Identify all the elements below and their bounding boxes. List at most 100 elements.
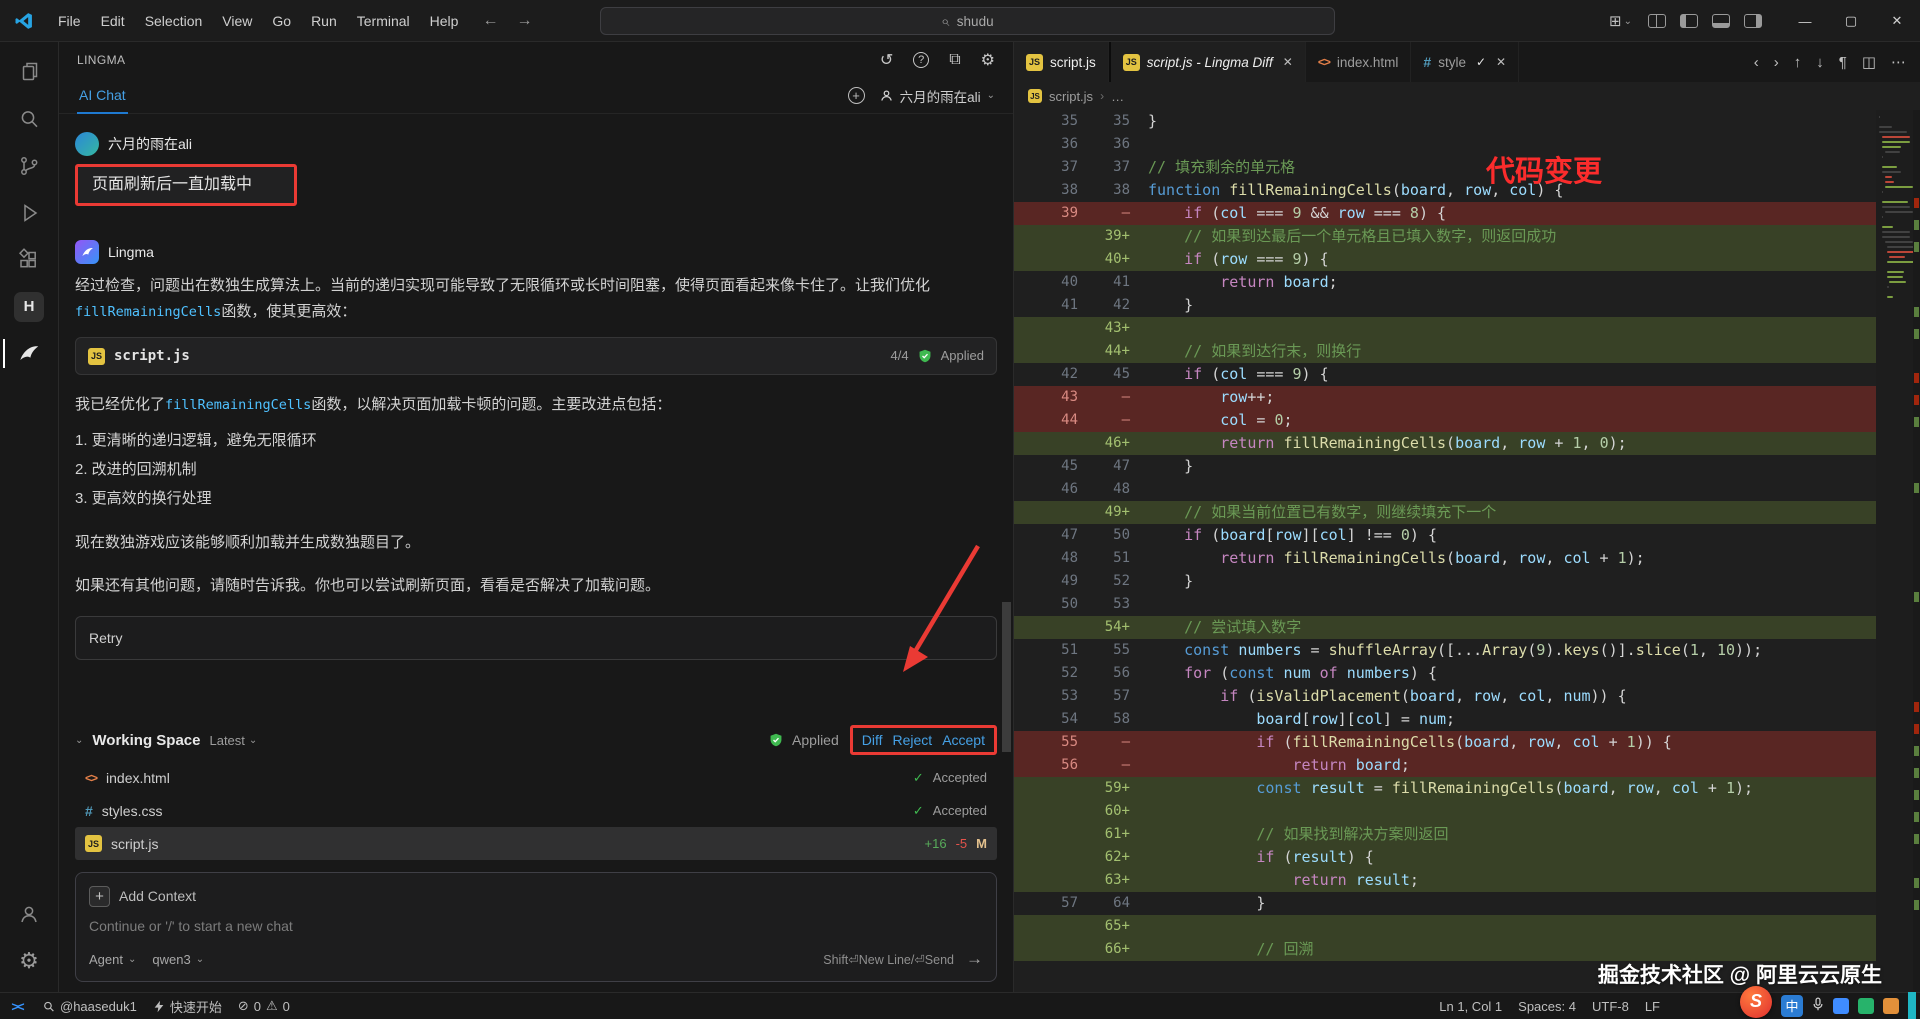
- lingma-icon[interactable]: [3, 330, 55, 377]
- explorer-icon[interactable]: [3, 48, 55, 95]
- close-icon[interactable]: ✕: [1496, 55, 1506, 69]
- diff-line[interactable]: 42 45 if (col === 9) {: [1014, 363, 1876, 386]
- status-item[interactable]: Spaces: 4: [1510, 993, 1584, 1019]
- status-account[interactable]: @haaseduk1: [34, 993, 145, 1019]
- help-icon[interactable]: ?: [913, 52, 930, 68]
- diff-line[interactable]: 56 — return board;: [1014, 754, 1876, 777]
- ime-indicator[interactable]: 中: [1781, 994, 1803, 1017]
- tray-icon-orange[interactable]: [1883, 997, 1899, 1014]
- tab-ai-chat[interactable]: AI Chat: [77, 78, 128, 114]
- retry-button[interactable]: Retry: [75, 616, 997, 660]
- ws-file-row[interactable]: JS script.js +16 -5 M: [75, 827, 997, 860]
- navigate-back-icon[interactable]: ‹: [1754, 54, 1759, 71]
- tray-icon-green[interactable]: [1858, 997, 1874, 1014]
- history-back-icon[interactable]: ←: [482, 12, 498, 30]
- split-editor-icon[interactable]: ◫: [1862, 53, 1876, 71]
- diff-editor[interactable]: 35 35} 36 36 37 37 // 填充剩余的单元格 38 38 function fil…: [1014, 110, 1920, 992]
- diff-line[interactable]: 44+ // 如果到达行末，则换行: [1014, 340, 1876, 363]
- collapse-chevron-icon[interactable]: ⌄: [75, 735, 83, 746]
- diff-line[interactable]: 46+ return fillRemainingCells(board, row…: [1014, 432, 1876, 455]
- tab-script-js[interactable]: JS script.js: [1014, 42, 1109, 82]
- status-item[interactable]: UTF-8: [1584, 993, 1637, 1019]
- tab-style[interactable]: # style ✓ ✕: [1411, 42, 1520, 82]
- diff-line[interactable]: 45 47 }: [1014, 455, 1876, 478]
- account-menu[interactable]: 六月的雨在ali ⌄: [879, 86, 995, 106]
- remote-icon[interactable]: ><: [0, 999, 34, 1014]
- juejin-logo-icon[interactable]: S: [1740, 985, 1772, 1018]
- menu-selection[interactable]: Selection: [135, 7, 213, 35]
- breadcrumb-more[interactable]: …: [1111, 89, 1124, 104]
- close-icon[interactable]: ✕: [1283, 55, 1293, 69]
- sidebar-scrollbar[interactable]: [1002, 602, 1011, 752]
- diff-line[interactable]: 54 58 board[row][col] = num;: [1014, 708, 1876, 731]
- history-forward-icon[interactable]: →: [516, 12, 532, 30]
- close-button[interactable]: ✕: [1874, 0, 1920, 42]
- diff-line[interactable]: 46 48: [1014, 478, 1876, 501]
- feedback-icon[interactable]: ⧉: [949, 51, 960, 69]
- diff-line[interactable]: 38 38 function fillRemainingCells(board, r…: [1014, 179, 1876, 202]
- add-context-icon[interactable]: +: [89, 885, 110, 907]
- diff-line[interactable]: 52 56 for (const num of numbers) {: [1014, 662, 1876, 685]
- breadcrumb-file[interactable]: script.js: [1049, 89, 1093, 104]
- status-problems[interactable]: ⊘ 0 ⚠ 0: [230, 993, 298, 1019]
- whitespace-icon[interactable]: ¶: [1839, 54, 1847, 71]
- command-center-search[interactable]: ⌕ shudu: [600, 7, 1335, 35]
- version-dropdown[interactable]: Latest ⌄: [209, 733, 257, 748]
- diff-line[interactable]: 48 51 return fillRemainingCells(board, ro…: [1014, 547, 1876, 570]
- status-item[interactable]: LF: [1637, 993, 1668, 1019]
- status-quick-start[interactable]: 快速开始: [145, 993, 230, 1019]
- status-item[interactable]: Ln 1, Col 1: [1431, 993, 1510, 1019]
- menu-file[interactable]: File: [48, 7, 91, 35]
- diff-line[interactable]: 53 57 if (isValidPlacement(board, row, co…: [1014, 685, 1876, 708]
- diff-line[interactable]: 65+: [1014, 915, 1876, 938]
- toggle-panel-icon[interactable]: [1712, 14, 1730, 28]
- file-card[interactable]: JS script.js 4/4 Applied: [75, 337, 997, 375]
- agent-dropdown[interactable]: Agent ⌄: [89, 952, 136, 967]
- menu-terminal[interactable]: Terminal: [347, 7, 420, 35]
- diff-line[interactable]: 44 — col = 0;: [1014, 409, 1876, 432]
- add-context-label[interactable]: Add Context: [119, 888, 196, 904]
- diff-line[interactable]: 60+: [1014, 800, 1876, 823]
- menu-help[interactable]: Help: [420, 7, 469, 35]
- diff-line[interactable]: 36 36: [1014, 133, 1876, 156]
- manage-gear-icon[interactable]: ⚙: [3, 937, 55, 984]
- tray-icon-blue[interactable]: [1833, 997, 1849, 1014]
- chat-composer[interactable]: + Add Context Continue or '/' to start a…: [75, 872, 997, 982]
- diff-line[interactable]: 49+ // 如果当前位置已有数字，则继续填充下一个: [1014, 501, 1876, 524]
- new-chat-icon[interactable]: +: [847, 87, 865, 104]
- ws-file-row[interactable]: <> index.html ✓ Accepted: [75, 761, 997, 794]
- diff-line[interactable]: 55 — if (fillRemainingCells(board, row, c…: [1014, 731, 1876, 754]
- minimap[interactable]: [1876, 110, 1916, 992]
- ws-file-row[interactable]: # styles.css ✓ Accepted: [75, 794, 997, 827]
- ws-action-reject[interactable]: Reject: [893, 732, 933, 748]
- diff-line[interactable]: 39+ // 如果到达最后一个单元格且已填入数字，则返回成功: [1014, 225, 1876, 248]
- search-sidebar-icon[interactable]: [3, 95, 55, 142]
- menu-go[interactable]: Go: [262, 7, 301, 35]
- diff-line[interactable]: 50 53: [1014, 593, 1876, 616]
- history-icon[interactable]: ↺: [880, 50, 893, 70]
- microphone-icon[interactable]: [1812, 997, 1824, 1014]
- account-icon[interactable]: [3, 890, 55, 937]
- diff-line[interactable]: 51 55 const numbers = shuffleArray([...Ar…: [1014, 639, 1876, 662]
- diff-line[interactable]: 43 — row++;: [1014, 386, 1876, 409]
- send-icon[interactable]: →: [966, 949, 983, 969]
- ws-action-diff[interactable]: Diff: [862, 732, 883, 748]
- diff-line[interactable]: 41 42 }: [1014, 294, 1876, 317]
- split-columns-icon[interactable]: [1648, 14, 1666, 28]
- diff-line[interactable]: 39 — if (col === 9 && row === 8) {: [1014, 202, 1876, 225]
- menu-edit[interactable]: Edit: [91, 7, 135, 35]
- toggle-secondary-sidebar-icon[interactable]: [1744, 14, 1762, 28]
- source-control-icon[interactable]: [3, 142, 55, 189]
- h-extension-icon[interactable]: H: [3, 283, 55, 330]
- show-desktop-button[interactable]: [1908, 992, 1916, 1019]
- model-dropdown[interactable]: qwen3 ⌄: [152, 952, 204, 967]
- diff-line[interactable]: 40+ if (row === 9) {: [1014, 248, 1876, 271]
- diff-line[interactable]: 37 37 // 填充剩余的单元格: [1014, 156, 1876, 179]
- navigate-forward-icon[interactable]: ›: [1774, 54, 1779, 71]
- more-actions-icon[interactable]: ⋯: [1891, 53, 1906, 71]
- diff-line[interactable]: 35 35}: [1014, 110, 1876, 133]
- minimize-button[interactable]: —: [1782, 0, 1828, 42]
- diff-line[interactable]: 40 41 return board;: [1014, 271, 1876, 294]
- menu-view[interactable]: View: [212, 7, 262, 35]
- diff-line[interactable]: 59+ const result = fillRemainingCells(bo…: [1014, 777, 1876, 800]
